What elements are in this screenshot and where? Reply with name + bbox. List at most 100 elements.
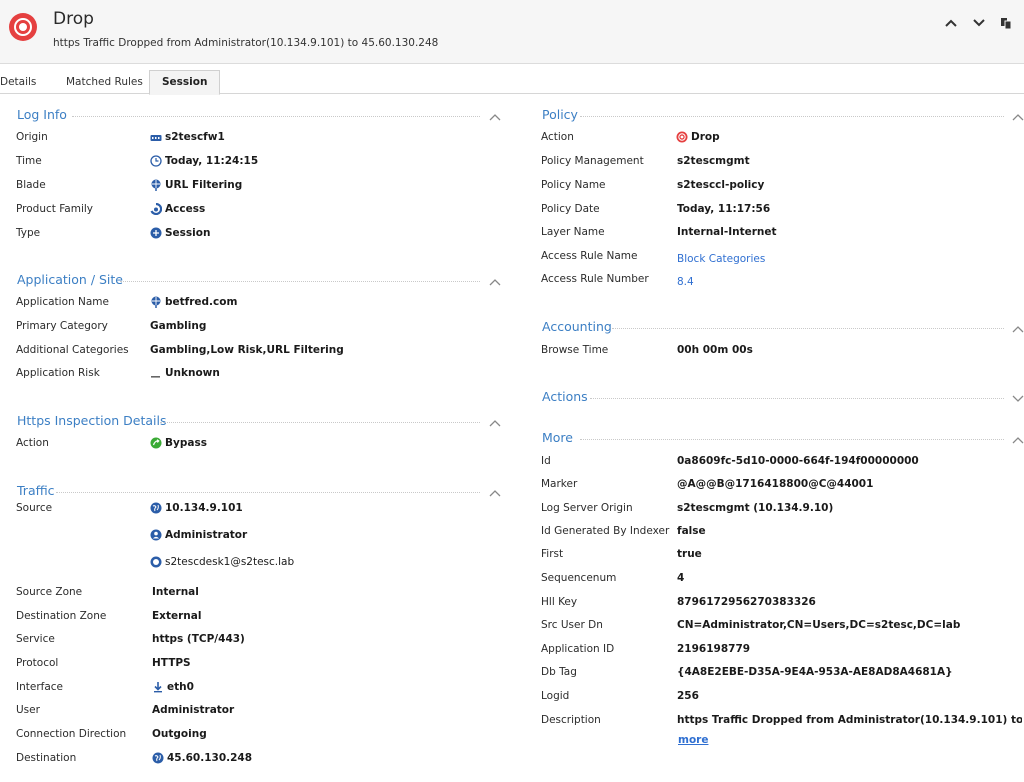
policy-label-access-rule-number: Access Rule Number xyxy=(541,273,649,285)
policy-access-rule-name-link[interactable]: Block Categories xyxy=(677,253,765,265)
log-info-label-type: Type xyxy=(16,227,41,239)
section-https-inspection-title: Https Inspection Details xyxy=(17,413,167,428)
log-info-value-time: Today, 11:24:15 xyxy=(150,155,258,167)
policy-access-rule-number-link[interactable]: 8.4 xyxy=(677,276,694,288)
section-divider xyxy=(580,116,1004,117)
user-icon xyxy=(150,529,162,541)
session-icon xyxy=(150,227,162,239)
more-value-id-generated: false xyxy=(677,525,706,537)
access-icon xyxy=(150,203,162,215)
section-divider xyxy=(72,116,480,117)
more-label-db-tag: Db Tag xyxy=(541,666,577,678)
traffic-value-connection-direction: Outgoing xyxy=(152,728,207,740)
collapse-application-chevron-icon[interactable] xyxy=(489,277,501,287)
traffic-value-destination-zone: External xyxy=(152,610,202,622)
chevron-up-icon xyxy=(945,19,957,27)
traffic-label-interface: Interface xyxy=(16,681,64,693)
tab-details[interactable]: Details xyxy=(0,71,36,94)
more-value-sequencenum: 4 xyxy=(677,572,685,584)
accounting-value-browse-time: 00h 00m 00s xyxy=(677,344,753,356)
log-info-value-product-family: Access xyxy=(150,203,205,215)
policy-label-name: Policy Name xyxy=(541,179,606,191)
policy-value-action: Drop xyxy=(676,131,720,143)
traffic-label-protocol: Protocol xyxy=(16,657,59,669)
more-value-hll-key: 8796172956270383326 xyxy=(677,596,816,608)
next-log-button[interactable] xyxy=(970,14,988,32)
traffic-value-interface: eth0 xyxy=(152,681,194,693)
application-label-name: Application Name xyxy=(16,296,109,308)
section-actions-title[interactable]: Actions xyxy=(542,389,588,404)
more-value-first: true xyxy=(677,548,702,560)
application-label-additional-categories: Additional Categories xyxy=(16,344,129,356)
globe-icon xyxy=(150,502,162,514)
chevron-down-icon xyxy=(973,19,985,27)
risk-dash-icon xyxy=(151,376,160,378)
more-value-id: 0a8609fc-5d10-0000-664f-194f00000000 xyxy=(677,455,919,467)
collapse-more-chevron-icon[interactable] xyxy=(1012,435,1024,445)
policy-label-date: Policy Date xyxy=(541,203,600,215)
collapse-policy-chevron-icon[interactable] xyxy=(1012,112,1024,122)
traffic-label-destination-zone: Destination Zone xyxy=(16,610,107,622)
more-label-application-id: Application ID xyxy=(541,643,615,655)
log-info-value-origin: s2tescfw1 xyxy=(150,131,225,143)
policy-value-layer-name: Internal-Internet xyxy=(677,226,777,238)
section-policy-title: Policy xyxy=(542,107,578,122)
traffic-label-source: Source xyxy=(16,502,53,514)
traffic-value-user: Administrator xyxy=(152,704,235,716)
more-label-first: First xyxy=(541,548,564,560)
bypass-icon xyxy=(150,437,162,449)
traffic-label-destination: Destination xyxy=(16,752,77,764)
more-label-log-server-origin: Log Server Origin xyxy=(541,502,633,514)
application-value-additional-categories: Gambling,Low Risk,URL Filtering xyxy=(150,344,344,356)
section-more-title: More xyxy=(542,430,573,445)
collapse-accounting-chevron-icon[interactable] xyxy=(1012,324,1024,334)
policy-label-action: Action xyxy=(541,131,574,143)
application-value-name: betfred.com xyxy=(150,296,237,308)
section-divider xyxy=(56,492,480,493)
traffic-value-protocol: HTTPS xyxy=(152,657,191,669)
log-info-label-time: Time xyxy=(16,155,42,167)
more-value-src-user-dn: CN=Administrator,CN=Users,DC=s2tesc,DC=l… xyxy=(677,619,961,631)
expand-actions-chevron-icon[interactable] xyxy=(1012,394,1024,404)
traffic-value-source-zone: Internal xyxy=(152,586,199,598)
log-header: Drop https Traffic Dropped from Administ… xyxy=(0,0,1024,64)
traffic-label-service: Service xyxy=(16,633,55,645)
tab-session[interactable]: Session xyxy=(149,70,221,95)
traffic-label-source-zone: Source Zone xyxy=(16,586,83,598)
log-title: Drop xyxy=(53,9,94,29)
log-subtitle: https Traffic Dropped from Administrator… xyxy=(53,37,439,49)
drop-icon xyxy=(676,131,688,143)
traffic-source-machine: s2tescdesk1@s2tesc.lab xyxy=(150,556,294,568)
policy-value-name: s2tesccl-policy xyxy=(677,179,765,191)
url-filtering-icon xyxy=(151,179,161,191)
collapse-log-info-chevron-icon[interactable] xyxy=(489,112,501,122)
policy-label-layer-name: Layer Name xyxy=(541,226,605,238)
description-more-link[interactable]: more xyxy=(678,734,708,746)
traffic-value-destination: 45.60.130.248 xyxy=(152,752,252,764)
more-label-id: Id xyxy=(541,455,551,467)
section-application-title: Application / Site xyxy=(17,272,123,287)
clock-icon xyxy=(150,155,162,167)
more-label-logid: Logid xyxy=(541,690,570,702)
policy-value-management: s2tescmgmt xyxy=(677,155,750,167)
tab-matched-rules[interactable]: Matched Rules xyxy=(66,71,143,94)
more-label-id-generated: Id Generated By Indexer xyxy=(541,525,670,537)
log-info-value-blade: URL Filtering xyxy=(150,179,242,191)
section-divider xyxy=(580,439,1004,440)
previous-log-button[interactable] xyxy=(942,14,960,32)
https-label-action: Action xyxy=(16,437,49,449)
more-value-marker: @A@@B@1716418800@C@44001 xyxy=(677,478,874,490)
more-value-logid: 256 xyxy=(677,690,699,702)
copy-button[interactable] xyxy=(997,14,1015,32)
application-label-risk: Application Risk xyxy=(16,367,100,379)
log-info-value-type: Session xyxy=(150,227,210,239)
interface-arrow-icon xyxy=(154,682,162,693)
gateway-icon xyxy=(150,135,162,141)
more-label-description: Description xyxy=(541,714,601,726)
application-label-primary-category: Primary Category xyxy=(16,320,108,332)
more-value-description: https Traffic Dropped from Administrator… xyxy=(677,714,1022,726)
collapse-traffic-chevron-icon[interactable] xyxy=(489,488,501,498)
policy-label-management: Policy Management xyxy=(541,155,644,167)
section-divider xyxy=(120,281,480,282)
collapse-https-chevron-icon[interactable] xyxy=(489,418,501,428)
